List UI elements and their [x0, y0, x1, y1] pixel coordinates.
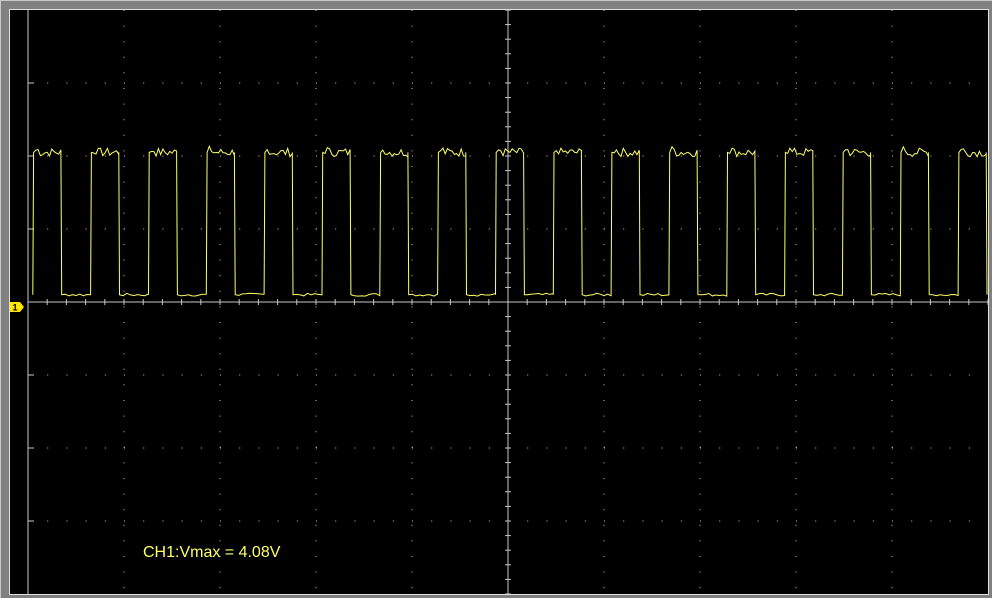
- ch1-square-wave-line: [32, 144, 988, 297]
- oscilloscope-display: 1 CH1:Vmax = 4.08V: [9, 9, 989, 595]
- waveform-plot: [27, 10, 988, 594]
- channel-1-ground-marker-icon[interactable]: 1: [10, 302, 24, 312]
- graticule: [27, 10, 988, 594]
- ch1-trace: [32, 144, 988, 297]
- channel-1-label: 1: [12, 303, 17, 313]
- vmax-measurement-readout: CH1:Vmax = 4.08V: [143, 544, 281, 561]
- oscilloscope-window: 1 CH1:Vmax = 4.08V: [0, 0, 992, 598]
